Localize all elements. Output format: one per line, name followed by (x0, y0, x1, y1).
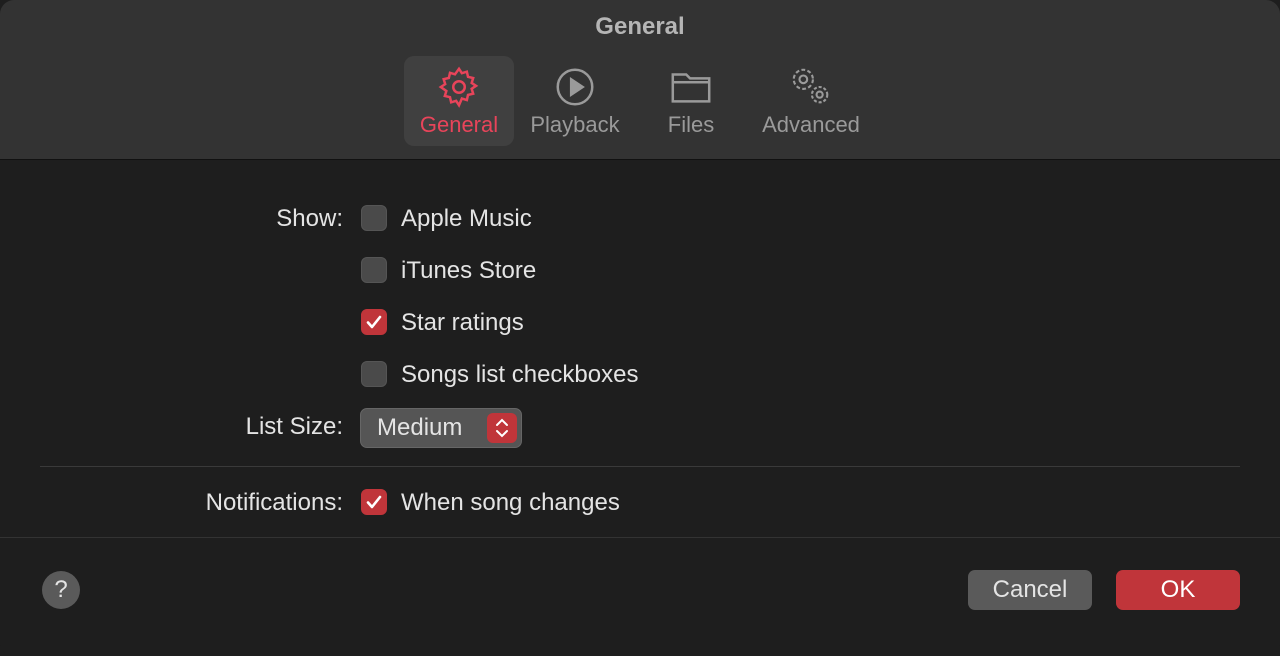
gears-icon (792, 68, 829, 104)
tab-label: General (419, 112, 499, 137)
apple-music-checkbox[interactable] (361, 205, 387, 231)
tab-label: Playback (530, 112, 620, 137)
list-size-label: List Size: (245, 413, 343, 440)
notifications-label: Notifications: (205, 489, 343, 516)
itunes-store-label[interactable]: iTunes Store (401, 257, 536, 285)
when-song-changes-checkbox[interactable] (361, 489, 387, 515)
preferences-window: General General Playback Files Advanced … (0, 0, 1280, 656)
gear-icon (438, 66, 479, 108)
apple-music-label[interactable]: Apple Music (401, 205, 532, 233)
show-label: Show: (276, 205, 343, 232)
toolbar: General General Playback Files Advanced (0, 0, 1280, 160)
songs-list-checkboxes-label[interactable]: Songs list checkboxes (401, 361, 638, 389)
tab-files[interactable]: Files (640, 56, 742, 146)
tab-advanced[interactable]: Advanced (752, 56, 870, 146)
list-size-select[interactable]: Medium (360, 408, 522, 448)
tab-playback[interactable]: Playback (520, 56, 630, 146)
when-song-changes-label[interactable]: When song changes (401, 489, 620, 517)
star-ratings-checkbox[interactable] (361, 309, 387, 335)
checkmark-icon (366, 315, 382, 329)
window-title: General (595, 13, 685, 40)
itunes-store-checkbox[interactable] (361, 257, 387, 283)
tab-general[interactable]: General (404, 56, 514, 146)
help-button[interactable]: ? (42, 571, 80, 609)
tab-label: Advanced (762, 112, 860, 137)
chevron-up-down-icon (487, 413, 517, 443)
star-ratings-label[interactable]: Star ratings (401, 309, 524, 337)
cancel-button[interactable]: Cancel (968, 570, 1092, 610)
play-circle-icon (556, 68, 594, 106)
folder-icon (671, 73, 711, 103)
songs-list-checkboxes-checkbox[interactable] (361, 361, 387, 387)
checkmark-icon (366, 495, 382, 509)
divider (40, 466, 1240, 467)
tab-label: Files (667, 112, 715, 137)
footer-divider (0, 537, 1280, 538)
list-size-value: Medium (377, 414, 463, 441)
ok-button[interactable]: OK (1116, 570, 1240, 610)
